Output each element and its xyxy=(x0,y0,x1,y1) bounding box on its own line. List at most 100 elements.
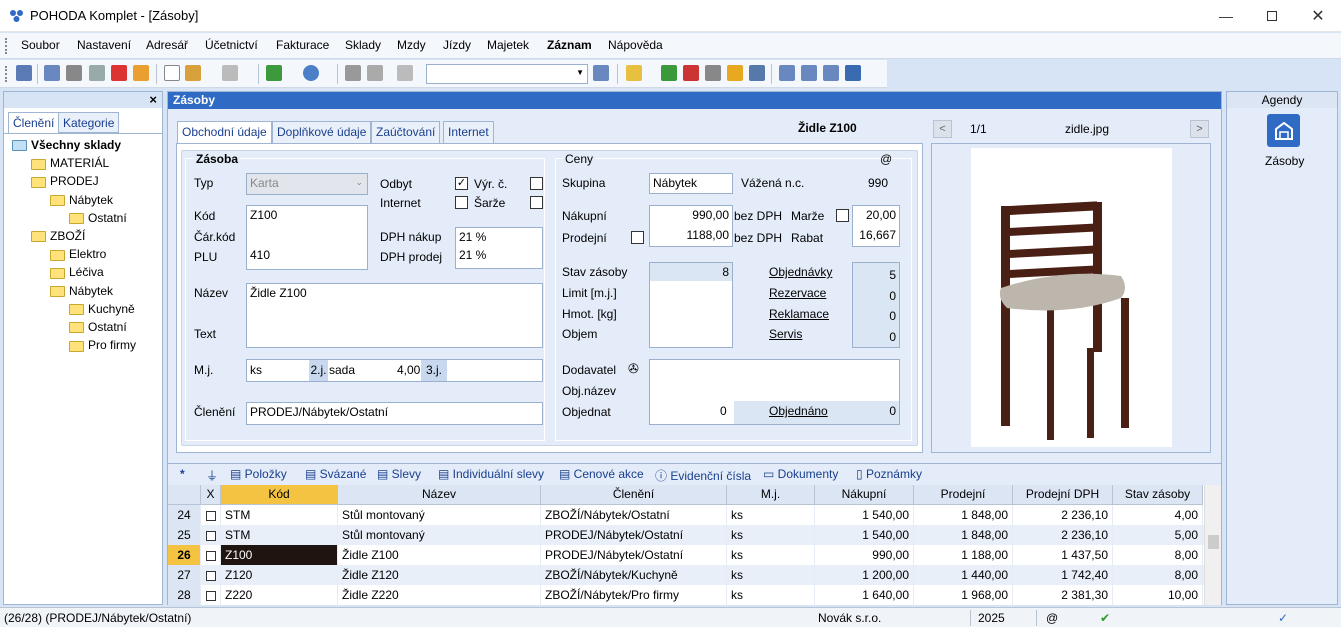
sarze-checkbox[interactable] xyxy=(530,196,543,209)
menu-soubor[interactable]: Soubor xyxy=(21,38,60,52)
tab-dokumenty[interactable]: ▭ Dokumenty xyxy=(763,467,838,481)
back-arrow-icon[interactable] xyxy=(266,65,282,81)
marze-rabat-field[interactable]: 20,00 16,667 xyxy=(852,205,900,247)
col-nakupni[interactable]: Nákupní xyxy=(815,485,914,505)
grid-scrollbar[interactable] xyxy=(1204,485,1221,605)
settings-icon[interactable] xyxy=(303,65,319,81)
supplier-icon[interactable]: ✇ xyxy=(628,361,639,377)
search-input[interactable]: ▼ xyxy=(426,64,588,84)
table-cell[interactable] xyxy=(201,565,221,585)
menu-majetek[interactable]: Majetek xyxy=(487,38,529,52)
menu-napoveda[interactable]: Nápověda xyxy=(608,38,663,52)
table-cell[interactable] xyxy=(201,545,221,565)
export-icon[interactable] xyxy=(133,65,149,81)
menu-jizdy[interactable]: Jízdy xyxy=(443,38,471,52)
tree-item[interactable]: Nábytek xyxy=(50,284,113,298)
marze-checkbox[interactable] xyxy=(836,209,849,222)
prev-image-button[interactable]: < xyxy=(933,120,952,138)
col-stav[interactable]: Stav zásoby xyxy=(1113,485,1203,505)
monitor-icon[interactable] xyxy=(779,65,795,81)
save-all-icon[interactable] xyxy=(367,65,383,81)
window-icon[interactable] xyxy=(801,65,817,81)
copy-icon[interactable] xyxy=(44,65,60,81)
rezervace-link[interactable]: Rezervace xyxy=(769,286,826,300)
calculator-icon[interactable] xyxy=(705,65,721,81)
tab-poznamky[interactable]: ▯ Poznámky xyxy=(856,467,922,481)
col-nazev[interactable]: Název xyxy=(338,485,541,505)
col-kod[interactable]: Kód xyxy=(221,485,338,505)
maximize-button[interactable] xyxy=(1249,0,1295,32)
nazev-field[interactable]: Židle Z100 xyxy=(246,283,543,348)
menu-fakturace[interactable]: Fakturace xyxy=(276,38,329,52)
vyr-c-checkbox[interactable] xyxy=(530,177,543,190)
menu-adresar[interactable]: Adresář xyxy=(146,38,188,52)
next-image-button[interactable]: > xyxy=(1190,120,1209,138)
table-cell[interactable] xyxy=(201,505,221,525)
table-cell[interactable] xyxy=(201,525,221,545)
internet-checkbox[interactable] xyxy=(455,196,468,209)
grid-filter-icon[interactable]: ⏚ xyxy=(206,467,218,484)
prices-field[interactable]: 990,00 1188,00 xyxy=(649,205,733,247)
typ-select[interactable]: Karta ⌄ xyxy=(246,173,368,195)
grid-icon[interactable] xyxy=(222,65,238,81)
skupina-select[interactable]: Nábytek xyxy=(649,173,733,194)
tree-item[interactable]: Pro firmy xyxy=(69,338,136,352)
ledger-icon[interactable] xyxy=(661,65,677,81)
brush-icon[interactable] xyxy=(185,65,201,81)
odbyt-checkbox[interactable]: ✓ xyxy=(455,177,468,190)
tab-zauctovani[interactable]: Zaúčtování xyxy=(371,121,441,143)
col-prodejni-dph[interactable]: Prodejní DPH xyxy=(1013,485,1113,505)
tree-item[interactable]: Ostatní xyxy=(69,211,127,225)
tree-item[interactable]: Léčiva xyxy=(50,265,104,279)
close-icon[interactable]: × xyxy=(149,92,157,107)
tab-doplnkove-udaje[interactable]: Doplňkové údaje xyxy=(272,121,372,143)
paste-icon[interactable] xyxy=(397,65,413,81)
servis-link[interactable]: Servis xyxy=(769,327,802,341)
tab-cenove-akce[interactable]: ▤ Cenové akce xyxy=(559,467,644,481)
col-mj[interactable]: M.j. xyxy=(727,485,815,505)
tree-item[interactable]: Nábytek xyxy=(50,193,113,207)
coins-icon[interactable] xyxy=(727,65,743,81)
table-row[interactable]: 24 STM Stůl montovaný ZBOŽÍ/Nábytek/Ostatní… xyxy=(168,505,1204,525)
table-row[interactable]: 25 STM Stůl montovaný PRODEJ/Nábytek/Ostatn… xyxy=(168,525,1204,545)
reklamace-link[interactable]: Reklamace xyxy=(769,307,829,321)
tab-obchodni-udaje[interactable]: Obchodní údaje xyxy=(177,121,272,144)
list-remove-icon[interactable] xyxy=(683,65,699,81)
tree-item[interactable]: Kuchyně xyxy=(69,302,135,316)
tab-svazane[interactable]: ▤ Svázané xyxy=(305,467,366,481)
tree-item[interactable]: Všechny sklady xyxy=(12,138,121,152)
tree-item[interactable]: MATERIÁL xyxy=(31,156,109,170)
tab-kategorie[interactable]: Kategorie xyxy=(58,112,120,133)
agenda-item-zasoby[interactable]: Zásoby xyxy=(1265,154,1304,168)
table-cell[interactable] xyxy=(201,585,221,605)
tab-polozky[interactable]: ▤ Položky xyxy=(230,467,287,481)
tree-item[interactable]: Elektro xyxy=(50,247,106,261)
iban-icon[interactable] xyxy=(749,65,765,81)
tab-cleneni[interactable]: Členění xyxy=(8,112,60,133)
status-check-icon[interactable]: ✓ xyxy=(1278,611,1288,625)
filter-icon[interactable] xyxy=(593,65,609,81)
close-button[interactable]: ✕ xyxy=(1295,0,1341,32)
print-preview-icon[interactable] xyxy=(89,65,105,81)
minimize-button[interactable]: — xyxy=(1203,0,1249,32)
help-icon[interactable] xyxy=(845,65,861,81)
tab-slevy[interactable]: ▤ Slevy xyxy=(377,467,421,481)
tab-internet[interactable]: Internet xyxy=(443,121,494,143)
pdf-icon[interactable] xyxy=(111,65,127,81)
grid-star[interactable]: * xyxy=(180,467,185,481)
kod-field[interactable]: Z100 410 xyxy=(246,205,368,270)
tab-individualni-slevy[interactable]: ▤ Individuální slevy xyxy=(438,467,544,481)
dph-select[interactable]: 21 % 21 % xyxy=(455,227,543,269)
table-row[interactable]: 28 Z220 Židle Z220 ZBOŽÍ/Nábytek/Pro firmy k… xyxy=(168,585,1204,605)
form-icon[interactable] xyxy=(823,65,839,81)
tab-evidencni-cisla[interactable]: ⓘ Evidenční čísla xyxy=(655,467,751,484)
save-icon[interactable] xyxy=(345,65,361,81)
new-record-icon[interactable] xyxy=(164,65,180,81)
folder-icon[interactable] xyxy=(626,65,642,81)
menu-sklady[interactable]: Sklady xyxy=(345,38,381,52)
tree-item[interactable]: PRODEJ xyxy=(31,174,99,188)
menu-ucetnictvi[interactable]: Účetnictví xyxy=(205,38,258,52)
col-cleneni[interactable]: Členění xyxy=(541,485,727,505)
table-row[interactable]: 27 Z120 Židle Z120 ZBOŽÍ/Nábytek/Kuchyně ks 1… xyxy=(168,565,1204,585)
split-view-icon[interactable] xyxy=(16,65,32,81)
